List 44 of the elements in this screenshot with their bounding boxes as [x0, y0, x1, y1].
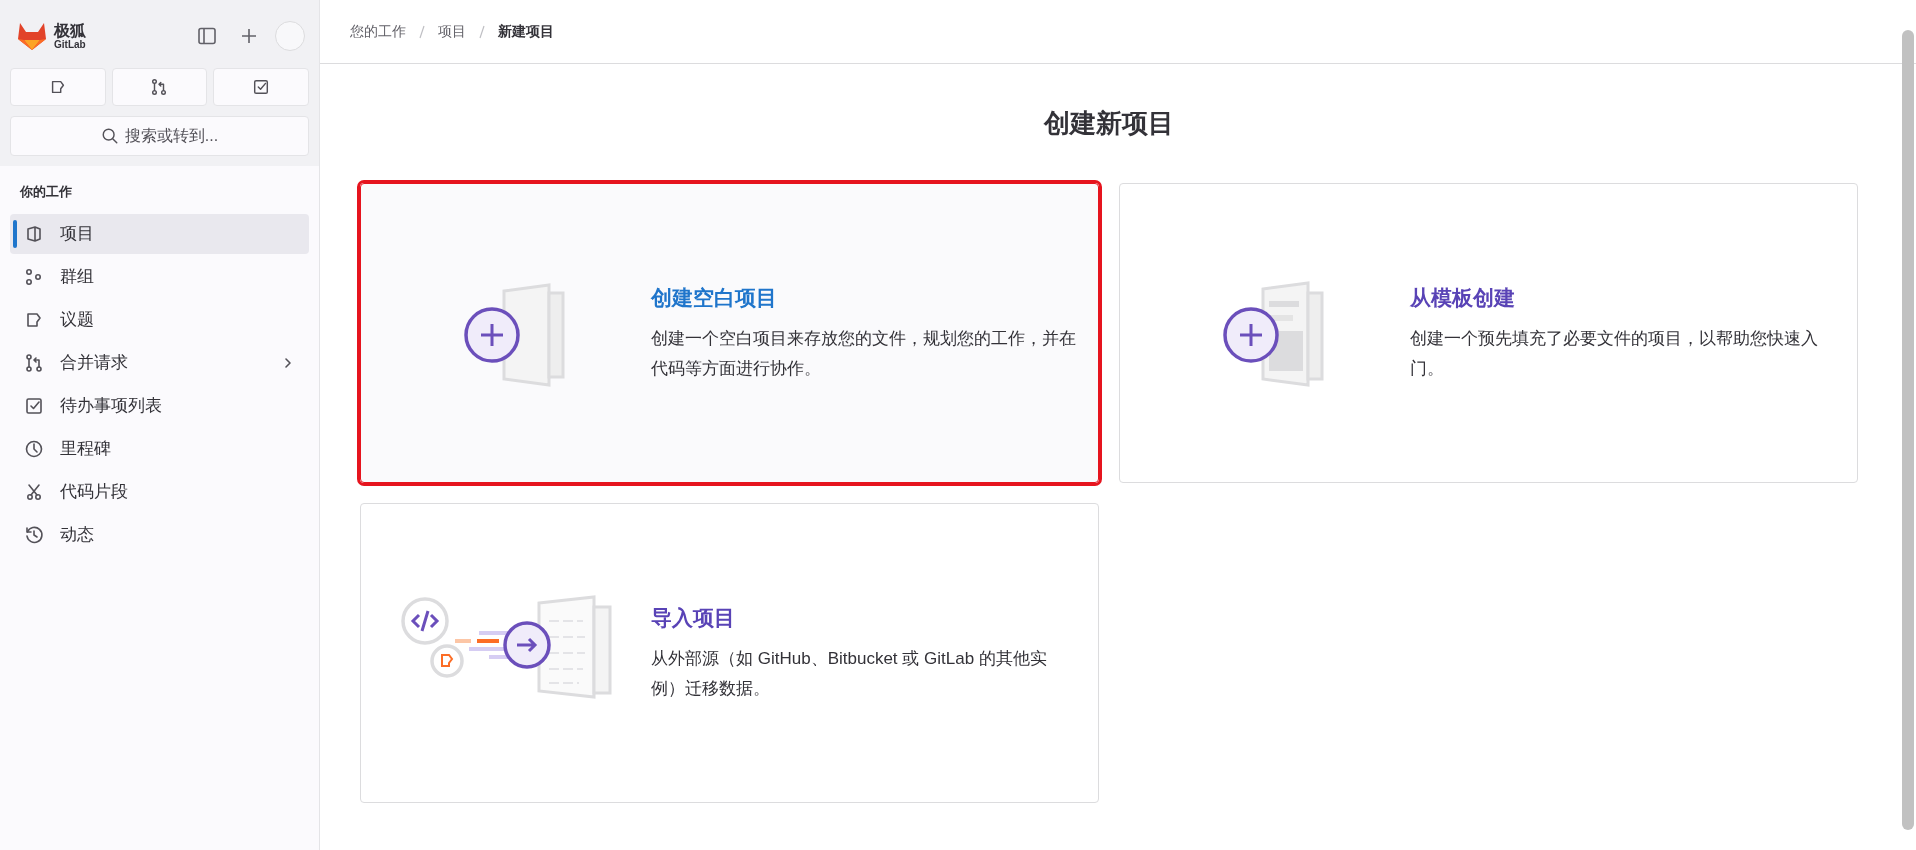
- merge-request-icon: [24, 352, 44, 373]
- plus-icon[interactable]: [239, 26, 259, 46]
- card-title[interactable]: 导入项目: [651, 602, 1078, 634]
- breadcrumb-link[interactable]: 项目: [438, 21, 466, 42]
- quick-action-button[interactable]: [10, 68, 106, 106]
- page-title: 创建新项目: [1042, 107, 1175, 140]
- scrollbar[interactable]: [1902, 30, 1914, 830]
- group-icon: [24, 266, 44, 287]
- nav-item[interactable]: 待办事项列表: [10, 385, 309, 426]
- brand-name: 极狐: [54, 22, 86, 39]
- breadcrumb-link[interactable]: 您的工作: [350, 21, 406, 42]
- breadcrumb-separator-icon: [478, 24, 486, 39]
- quick-action-button[interactable]: [111, 68, 208, 106]
- nav-item[interactable]: 里程碑: [10, 428, 309, 469]
- nav-item[interactable]: 动态: [10, 514, 309, 555]
- search-button[interactable]: 搜索或转到...: [10, 116, 309, 156]
- option-card[interactable]: 创建空白项目 创建一个空白项目来存放您的文件，规划您的工作，并在代码等方面进行协作。: [360, 183, 1099, 483]
- card-description: 从外部源（如 GitHub、Bitbucket 或 GitLab 的其他实例）迁移数据。: [651, 647, 1048, 700]
- search-icon: [100, 127, 119, 145]
- nav-item[interactable]: 项目: [10, 213, 309, 254]
- nav-item[interactable]: 议题: [10, 299, 309, 340]
- section-heading: 你的工作: [18, 183, 73, 201]
- nav-item[interactable]: 合并请求: [10, 342, 309, 383]
- merge-request-icon: [150, 78, 169, 96]
- card-description: 创建一个空白项目来存放您的文件，规划您的工作，并在代码等方面进行协作。: [651, 327, 1077, 380]
- nav-item[interactable]: 代码片段: [10, 471, 309, 512]
- clock-icon: [24, 438, 44, 459]
- project-icon: [24, 223, 44, 244]
- quick-action-button[interactable]: [213, 68, 309, 106]
- option-card[interactable]: 从模板创建 创建一个预先填充了必要文件的项目，以帮助您快速入门。: [1119, 183, 1858, 483]
- card-title[interactable]: 从模板创建: [1410, 282, 1837, 314]
- todo-icon: [252, 78, 271, 96]
- history-icon: [24, 524, 44, 545]
- todo-icon: [24, 395, 44, 416]
- sidebar-toggle-icon[interactable]: [197, 26, 217, 46]
- option-card[interactable]: 导入项目 从外部源（如 GitHub、Bitbucket 或 GitLab 的其他实例）迁移数据。: [360, 503, 1099, 803]
- breadcrumb-link[interactable]: 新建项目: [498, 21, 554, 42]
- nav-item[interactable]: 群组: [10, 256, 309, 297]
- breadcrumb-separator-icon: [418, 24, 426, 39]
- scissors-icon: [24, 481, 44, 502]
- fox-logo-icon[interactable]: [16, 21, 48, 51]
- brand-subtitle: GitLab: [54, 39, 86, 50]
- card-description: 创建一个预先填充了必要文件的项目，以帮助您快速入门。: [1410, 327, 1819, 380]
- card-title[interactable]: 创建空白项目: [651, 282, 1078, 314]
